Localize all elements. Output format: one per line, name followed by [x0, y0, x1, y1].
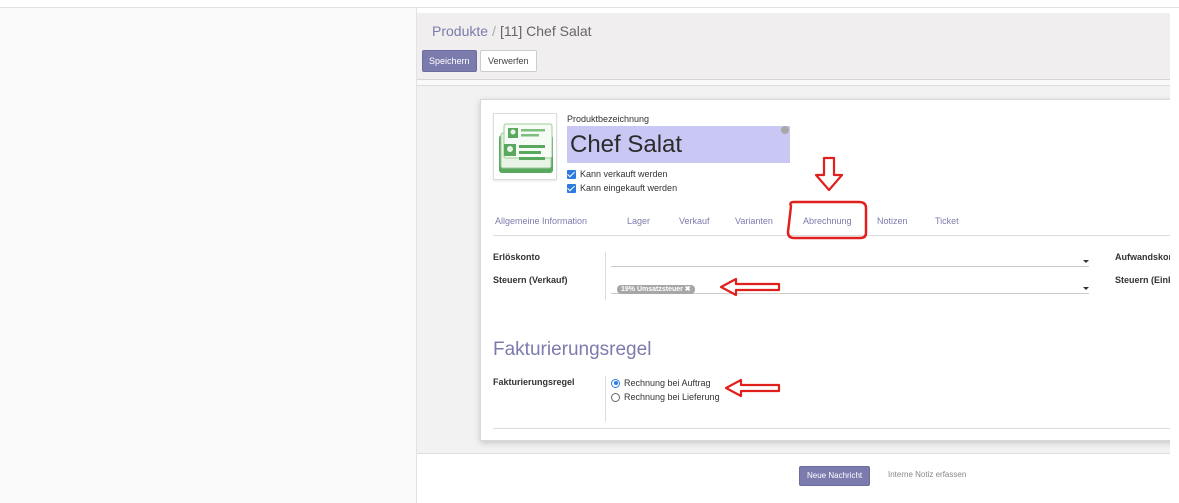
save-button[interactable]: Speichern — [422, 50, 477, 72]
breadcrumb-separator: / — [492, 23, 496, 39]
radio-delivery[interactable] — [611, 392, 620, 402]
purchase-taxes-label: Steuern (Eink — [1115, 275, 1170, 285]
radio-order-selected[interactable] — [611, 378, 620, 388]
invoicing-option-order-label: Rechnung bei Auftrag — [624, 378, 711, 388]
tab-accounting[interactable]: Abrechnung — [803, 216, 852, 226]
sheet-bottom-divider — [493, 428, 1170, 429]
expense-account-label: Aufwandskor — [1115, 252, 1170, 262]
product-image[interactable] — [493, 113, 557, 180]
discard-button[interactable]: Verwerfen — [480, 50, 537, 72]
product-name-input[interactable]: Chef Salat — [567, 126, 790, 163]
product-name-label: Produktbezeichnung — [567, 114, 650, 124]
can-be-sold-row[interactable]: Kann verkauft werden — [567, 169, 668, 179]
invoicing-option-delivery[interactable]: Rechnung bei Lieferung — [611, 392, 720, 402]
translate-globe-icon[interactable] — [781, 126, 789, 134]
invoicing-option-order[interactable]: Rechnung bei Auftrag — [611, 378, 711, 388]
can-be-sold-label: Kann verkauft werden — [580, 169, 668, 179]
invoicing-policy-label: Fakturierungsregel — [493, 377, 575, 387]
breadcrumb: Produkte / [11] Chef Salat — [432, 23, 592, 39]
tab-inventory[interactable]: Lager — [627, 216, 650, 226]
left-blank-pane — [0, 8, 417, 503]
new-message-button[interactable]: Neue Nachricht — [799, 466, 871, 486]
field-separator-2 — [605, 376, 606, 422]
can-be-purchased-checkbox[interactable] — [567, 183, 576, 193]
window-top-bar — [0, 0, 1179, 8]
tab-variants[interactable]: Varianten — [735, 216, 773, 226]
breadcrumb-current: [11] Chef Salat — [499, 23, 592, 39]
can-be-purchased-label: Kann eingekauft werden — [580, 183, 678, 193]
log-note-link[interactable]: Interne Notiz erfassen — [888, 470, 966, 479]
field-separator — [605, 252, 606, 300]
notebook-tabs: Allgemeine Information Lager Verkauf Var… — [493, 216, 1170, 236]
tab-sales[interactable]: Verkauf — [679, 216, 710, 226]
tab-general-information[interactable]: Allgemeine Information — [495, 216, 587, 226]
sales-tax-tag[interactable]: 19% Umsatzsteuer ✖ — [617, 285, 695, 294]
product-card-icon — [499, 123, 553, 173]
income-account-label: Erlöskonto — [493, 252, 541, 262]
income-account-dropdown-icon[interactable] — [1083, 260, 1089, 263]
odoo-app: Produkte / [11] Chef Salat Speichern Verwe… — [417, 13, 1170, 491]
tab-ticket[interactable]: Ticket — [935, 216, 959, 226]
form-sheet: Produktbezeichnung Chef Salat Kann verka… — [480, 99, 1170, 441]
can-be-sold-checkbox[interactable] — [567, 169, 576, 179]
sales-taxes-dropdown-icon[interactable] — [1083, 287, 1089, 290]
income-account-input[interactable] — [611, 253, 1089, 267]
invoicing-option-delivery-label: Rechnung bei Lieferung — [624, 392, 720, 402]
tab-notes[interactable]: Notizen — [877, 216, 908, 226]
control-panel: Produkte / [11] Chef Salat Speichern Verwe… — [417, 13, 1170, 80]
sales-taxes-label: Steuern (Verkauf) — [493, 275, 568, 285]
invoicing-policy-section-title: Fakturierungsregel — [493, 339, 652, 360]
chatter-bar: Neue Nachricht Interne Notiz erfassen — [417, 453, 1170, 491]
breadcrumb-parent-link[interactable]: Produkte — [432, 23, 488, 39]
can-be-purchased-row[interactable]: Kann eingekauft werden — [567, 183, 677, 193]
